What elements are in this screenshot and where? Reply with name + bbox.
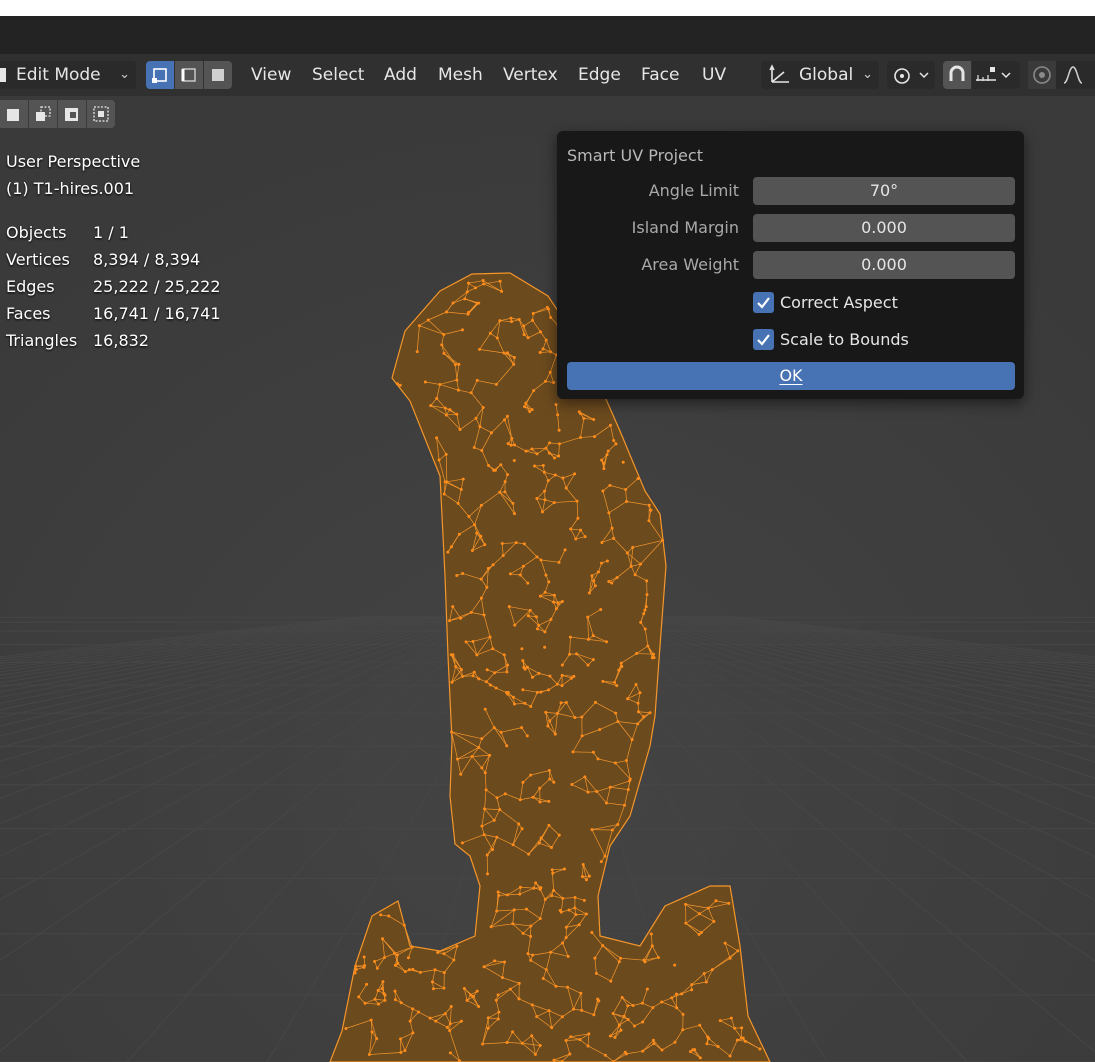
snap-target-dropdown[interactable] (972, 61, 1020, 89)
angle-limit-label: Angle Limit (648, 181, 739, 200)
stats-label: Objects (6, 223, 67, 242)
correct-aspect-checkbox[interactable]: Correct Aspect (753, 288, 1015, 316)
stats-value: 16,741 / 16,741 (93, 304, 221, 323)
vertex-select-button[interactable] (146, 61, 174, 89)
island-margin-row: Island Margin 0.000 (557, 214, 1024, 242)
angle-limit-row: Angle Limit 70° (557, 177, 1024, 205)
stats-value: 25,222 / 25,222 (93, 277, 221, 296)
active-object-name: (1) T1-hires.001 (6, 179, 135, 198)
intersect-selection-icon (93, 106, 109, 122)
stats-label: Vertices (6, 250, 70, 269)
scale-to-bounds-label: Scale to Bounds (780, 329, 909, 349)
menu-vertex[interactable]: Vertex (503, 65, 558, 85)
proportional-editing-icon (1028, 61, 1083, 89)
subtract-selection-icon (65, 108, 78, 121)
correct-aspect-label: Correct Aspect (780, 292, 898, 312)
menu-view[interactable]: View (251, 65, 291, 85)
pivot-point-dropdown[interactable] (887, 61, 935, 89)
menu-select[interactable]: Select (312, 65, 364, 85)
pivot-point-icon (894, 68, 929, 84)
menu-uv[interactable]: UV (702, 65, 726, 85)
island-margin-field[interactable]: 0.000 (753, 214, 1015, 242)
stats-row-triangles: Triangles 16,832 (6, 327, 221, 354)
chevron-down-icon: ⌄ (862, 67, 873, 82)
checkmark-icon (753, 291, 774, 313)
area-weight-label: Area Weight (641, 255, 739, 274)
transform-orientation-dropdown[interactable]: Global ⌄ (761, 61, 879, 89)
subtract-selection-button[interactable] (58, 100, 86, 128)
mode-dropdown-label: Edit Mode (16, 65, 101, 85)
smart-uv-project-dialog: Smart UV Project Angle Limit 70° Island … (557, 131, 1024, 399)
stats-label: Faces (6, 304, 51, 323)
extend-selection-button[interactable] (29, 100, 57, 128)
area-weight-row: Area Weight 0.000 (557, 251, 1024, 279)
vertex-select-icon (152, 68, 167, 83)
stats-label: Edges (6, 277, 55, 296)
window-top-strip (0, 0, 1095, 16)
menu-edge[interactable]: Edge (578, 65, 621, 85)
menu-face[interactable]: Face (641, 65, 679, 85)
stats-row-vertices: Vertices 8,394 / 8,394 (6, 246, 221, 273)
island-margin-label: Island Margin (631, 218, 739, 237)
face-select-icon (212, 69, 224, 81)
dialog-title: Smart UV Project (567, 146, 703, 165)
snap-increment-icon (976, 67, 1011, 81)
scale-to-bounds-checkbox[interactable]: Scale to Bounds (753, 325, 1015, 353)
stats-row-faces: Faces 16,741 / 16,741 (6, 300, 221, 327)
stats-row-objects: Objects 1 / 1 (6, 219, 221, 246)
menu-mesh[interactable]: Mesh (438, 65, 483, 85)
chevron-down-icon: ⌄ (119, 67, 130, 82)
ok-button[interactable]: OK (567, 362, 1015, 390)
orientation-axes-icon (767, 64, 791, 91)
stats-label: Triangles (6, 331, 78, 350)
edge-select-icon (181, 68, 196, 82)
snap-toggle-button[interactable] (943, 61, 971, 89)
magnet-icon (949, 65, 965, 81)
checkmark-icon (753, 328, 774, 350)
view-name: User Perspective (6, 152, 141, 171)
area-weight-field[interactable]: 0.000 (753, 251, 1015, 279)
intersect-selection-button[interactable] (87, 100, 115, 128)
select-mode-group (146, 61, 232, 89)
face-select-button[interactable] (204, 61, 232, 89)
viewport-stats-overlay: User Perspective (1) T1-hires.001 Object… (6, 148, 221, 354)
proportional-editing-group[interactable] (1028, 61, 1095, 89)
menu-add[interactable]: Add (384, 65, 417, 85)
new-selection-icon (7, 109, 19, 121)
stats-row-edges: Edges 25,222 / 25,222 (6, 273, 221, 300)
edit-mode-icon (0, 68, 6, 82)
set-new-selection-button[interactable] (0, 100, 28, 128)
stats-value: 8,394 / 8,394 (93, 250, 201, 269)
angle-limit-field[interactable]: 70° (753, 177, 1015, 205)
transform-orientation-label: Global (799, 65, 854, 85)
extend-selection-icon (36, 106, 51, 121)
stats-value: 16,832 (93, 331, 149, 350)
ok-button-label: OK (779, 366, 803, 385)
mode-dropdown[interactable]: Edit Mode ⌄ (0, 61, 136, 89)
selection-mode-group (0, 100, 115, 128)
stats-value: 1 / 1 (93, 223, 129, 242)
top-bar (0, 16, 1095, 54)
edge-select-button[interactable] (175, 61, 203, 89)
